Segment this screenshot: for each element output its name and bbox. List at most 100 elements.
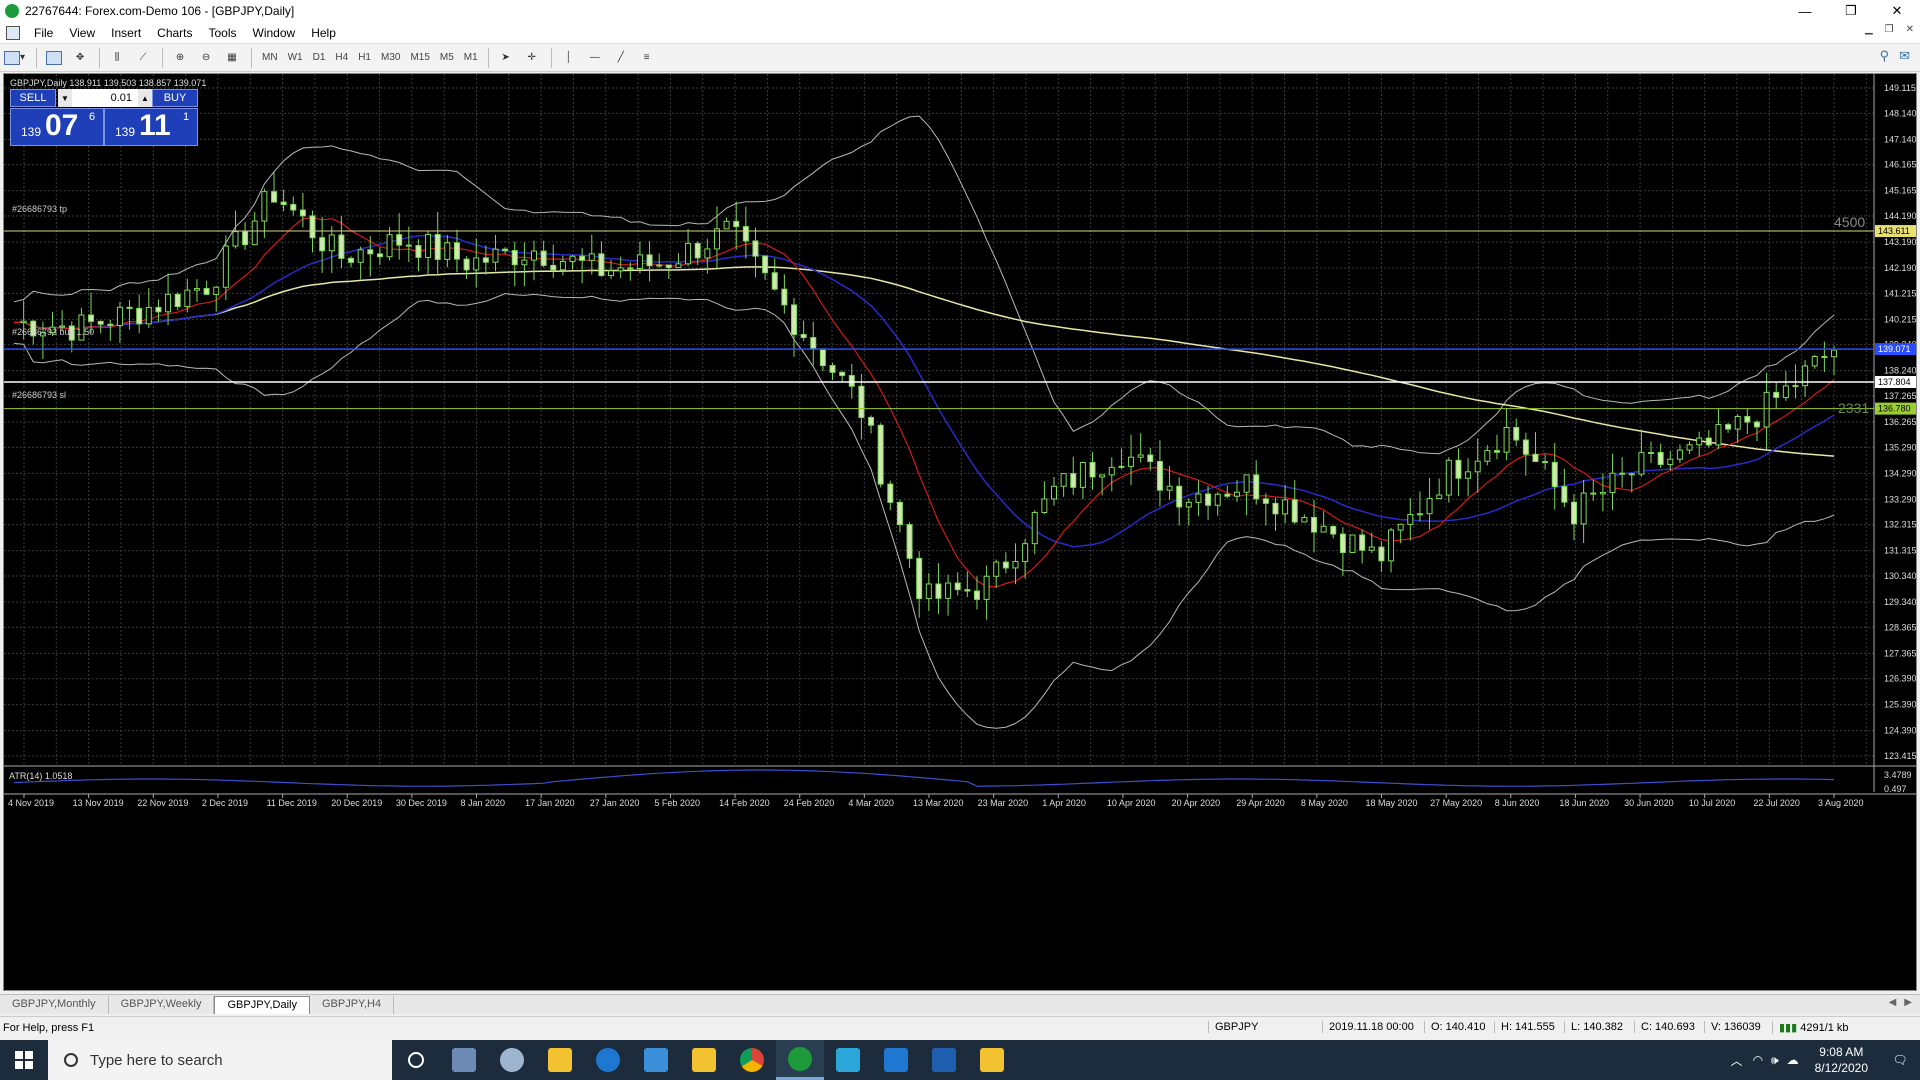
bull-candle bbox=[1128, 456, 1135, 467]
app-window-icon bbox=[452, 1048, 476, 1072]
price-axis-label: 143.190 bbox=[1884, 237, 1917, 247]
bear-candle bbox=[1330, 525, 1337, 535]
candle-chart-button[interactable]: ⟋ bbox=[131, 47, 155, 69]
menu-charts[interactable]: Charts bbox=[149, 26, 200, 40]
app-tool-icon bbox=[500, 1048, 524, 1072]
channel-button[interactable]: ≡ bbox=[635, 47, 659, 69]
lot-increase-button[interactable]: ▲ bbox=[138, 89, 152, 107]
zoom-in-button[interactable]: ⊕ bbox=[168, 47, 192, 69]
timeframe-m5[interactable]: M5 bbox=[435, 52, 459, 63]
bear-candle bbox=[906, 524, 913, 559]
taskbar-file-explorer[interactable] bbox=[536, 1040, 584, 1080]
taskbar-app-4[interactable] bbox=[680, 1040, 728, 1080]
taskbar-app-3[interactable] bbox=[632, 1040, 680, 1080]
bull-candle bbox=[945, 582, 952, 599]
lot-size-input[interactable] bbox=[72, 89, 138, 107]
tab-scroll-left-icon[interactable]: ◀ bbox=[1889, 997, 1897, 1008]
chart-window[interactable]: 149.115 148.140 147.140 146.165 145.165 144.1… bbox=[3, 73, 1917, 991]
timeframe-m30[interactable]: M30 bbox=[376, 52, 405, 63]
timeframe-m15[interactable]: M15 bbox=[405, 52, 434, 63]
close-button[interactable]: ✕ bbox=[1874, 0, 1920, 22]
tab-scroll-right-icon[interactable]: ▶ bbox=[1904, 997, 1912, 1008]
bull-candle bbox=[1060, 473, 1067, 487]
bear-candle bbox=[752, 240, 759, 257]
start-button[interactable] bbox=[0, 1040, 48, 1080]
bear-candle bbox=[762, 255, 769, 274]
buy-button[interactable]: BUY bbox=[152, 89, 198, 107]
taskbar-app-7[interactable] bbox=[968, 1040, 1016, 1080]
timeframe-w1[interactable]: W1 bbox=[283, 52, 308, 63]
bull-candle bbox=[617, 267, 624, 272]
vertical-line-button[interactable]: │ bbox=[557, 47, 581, 69]
mdi-close-icon[interactable]: ✕ bbox=[1906, 24, 1914, 35]
market-watch-button[interactable] bbox=[42, 47, 66, 69]
tray-chevron-icon[interactable]: ︿ bbox=[1731, 1052, 1743, 1069]
timeframe-h4[interactable]: H4 bbox=[330, 52, 353, 63]
taskbar-app-5[interactable] bbox=[824, 1040, 872, 1080]
date-axis-label: 20 Dec 2019 bbox=[331, 798, 382, 808]
taskbar-app-6[interactable] bbox=[872, 1040, 920, 1080]
bear-candle bbox=[405, 244, 412, 247]
timeframe-mn[interactable]: MN bbox=[257, 52, 283, 63]
chat-icon[interactable]: ✉ bbox=[1899, 48, 1910, 64]
taskbar-metatrader[interactable] bbox=[776, 1040, 824, 1080]
task-view-button[interactable] bbox=[392, 1040, 440, 1080]
notification-icon[interactable]: 🗨 bbox=[1880, 1053, 1920, 1067]
bar-chart-button[interactable]: ⫼ bbox=[105, 47, 129, 69]
menu-help[interactable]: Help bbox=[303, 26, 344, 40]
help-hint: For Help, press F1 bbox=[3, 1021, 95, 1034]
mdi-restore-icon[interactable]: ❐ bbox=[1885, 24, 1894, 35]
volume-icon[interactable]: 🕪 bbox=[1771, 1053, 1779, 1068]
bear-candle bbox=[781, 288, 788, 306]
maximize-button[interactable]: ❐ bbox=[1828, 0, 1874, 22]
search-icon[interactable]: ⚲ bbox=[1880, 48, 1890, 64]
wifi-icon[interactable]: ◠ bbox=[1753, 1053, 1763, 1067]
sell-price-display[interactable]: 139 07 6 bbox=[10, 108, 104, 146]
buy-price-display[interactable]: 139 11 1 bbox=[104, 108, 198, 146]
sell-button[interactable]: SELL bbox=[10, 89, 56, 107]
cursor-tool-button[interactable]: ➤ bbox=[494, 47, 518, 69]
price-axis-label: 149.115 bbox=[1884, 83, 1916, 93]
onedrive-icon[interactable]: ☁ bbox=[1787, 1053, 1799, 1067]
bull-candle bbox=[1484, 450, 1491, 462]
tab-gbpjpy-daily[interactable]: GBPJPY,Daily bbox=[214, 996, 310, 1014]
tile-windows-button[interactable]: ▦ bbox=[220, 47, 244, 69]
zoom-out-button[interactable]: ⊖ bbox=[194, 47, 218, 69]
tab-gbpjpy-monthly[interactable]: GBPJPY,Monthly bbox=[0, 996, 109, 1014]
horizontal-line-button[interactable]: — bbox=[583, 47, 607, 69]
minimize-button[interactable]: — bbox=[1782, 0, 1828, 22]
search-icon bbox=[64, 1053, 78, 1067]
menu-window[interactable]: Window bbox=[245, 26, 304, 40]
lot-decrease-button[interactable]: ▼ bbox=[58, 89, 72, 107]
timeframe-m1[interactable]: M1 bbox=[459, 52, 483, 63]
price-chart[interactable]: 149.115 148.140 147.140 146.165 145.165 144.1… bbox=[4, 74, 1917, 991]
tab-gbpjpy-h4[interactable]: GBPJPY,H4 bbox=[310, 996, 395, 1014]
trendline-button[interactable]: ╱ bbox=[609, 47, 633, 69]
chart-document-icon[interactable] bbox=[6, 25, 20, 40]
bear-candle bbox=[1590, 492, 1597, 495]
taskbar-fx-app[interactable] bbox=[920, 1040, 968, 1080]
taskbar-clock[interactable]: 9:08 AM 8/12/2020 bbox=[1815, 1044, 1868, 1076]
bull-candle bbox=[116, 306, 123, 326]
bear-candle bbox=[1224, 493, 1231, 497]
taskbar-search[interactable]: Type here to search bbox=[48, 1040, 392, 1080]
menu-file[interactable]: File bbox=[26, 26, 61, 40]
bear-candle bbox=[1657, 451, 1664, 465]
taskbar-chrome[interactable] bbox=[728, 1040, 776, 1080]
menu-tools[interactable]: Tools bbox=[201, 26, 245, 40]
taskbar-edge[interactable] bbox=[584, 1040, 632, 1080]
new-chart-button[interactable]: ▾ bbox=[0, 47, 29, 69]
navigator-button[interactable]: ✥ bbox=[68, 47, 92, 69]
crosshair-tool-button[interactable]: ✛ bbox=[520, 47, 544, 69]
taskbar-app-1[interactable] bbox=[440, 1040, 488, 1080]
tab-gbpjpy-weekly[interactable]: GBPJPY,Weekly bbox=[109, 996, 215, 1014]
mdi-minimize-icon[interactable]: ▁ bbox=[1865, 24, 1873, 35]
menu-insert[interactable]: Insert bbox=[103, 26, 149, 40]
timeframe-d1[interactable]: D1 bbox=[308, 52, 331, 63]
bull-candle bbox=[1638, 452, 1645, 475]
timeframe-h1[interactable]: H1 bbox=[353, 52, 376, 63]
taskbar-app-2[interactable] bbox=[488, 1040, 536, 1080]
bull-candle bbox=[1118, 465, 1125, 468]
bull-candle bbox=[1041, 498, 1048, 514]
menu-view[interactable]: View bbox=[61, 26, 103, 40]
